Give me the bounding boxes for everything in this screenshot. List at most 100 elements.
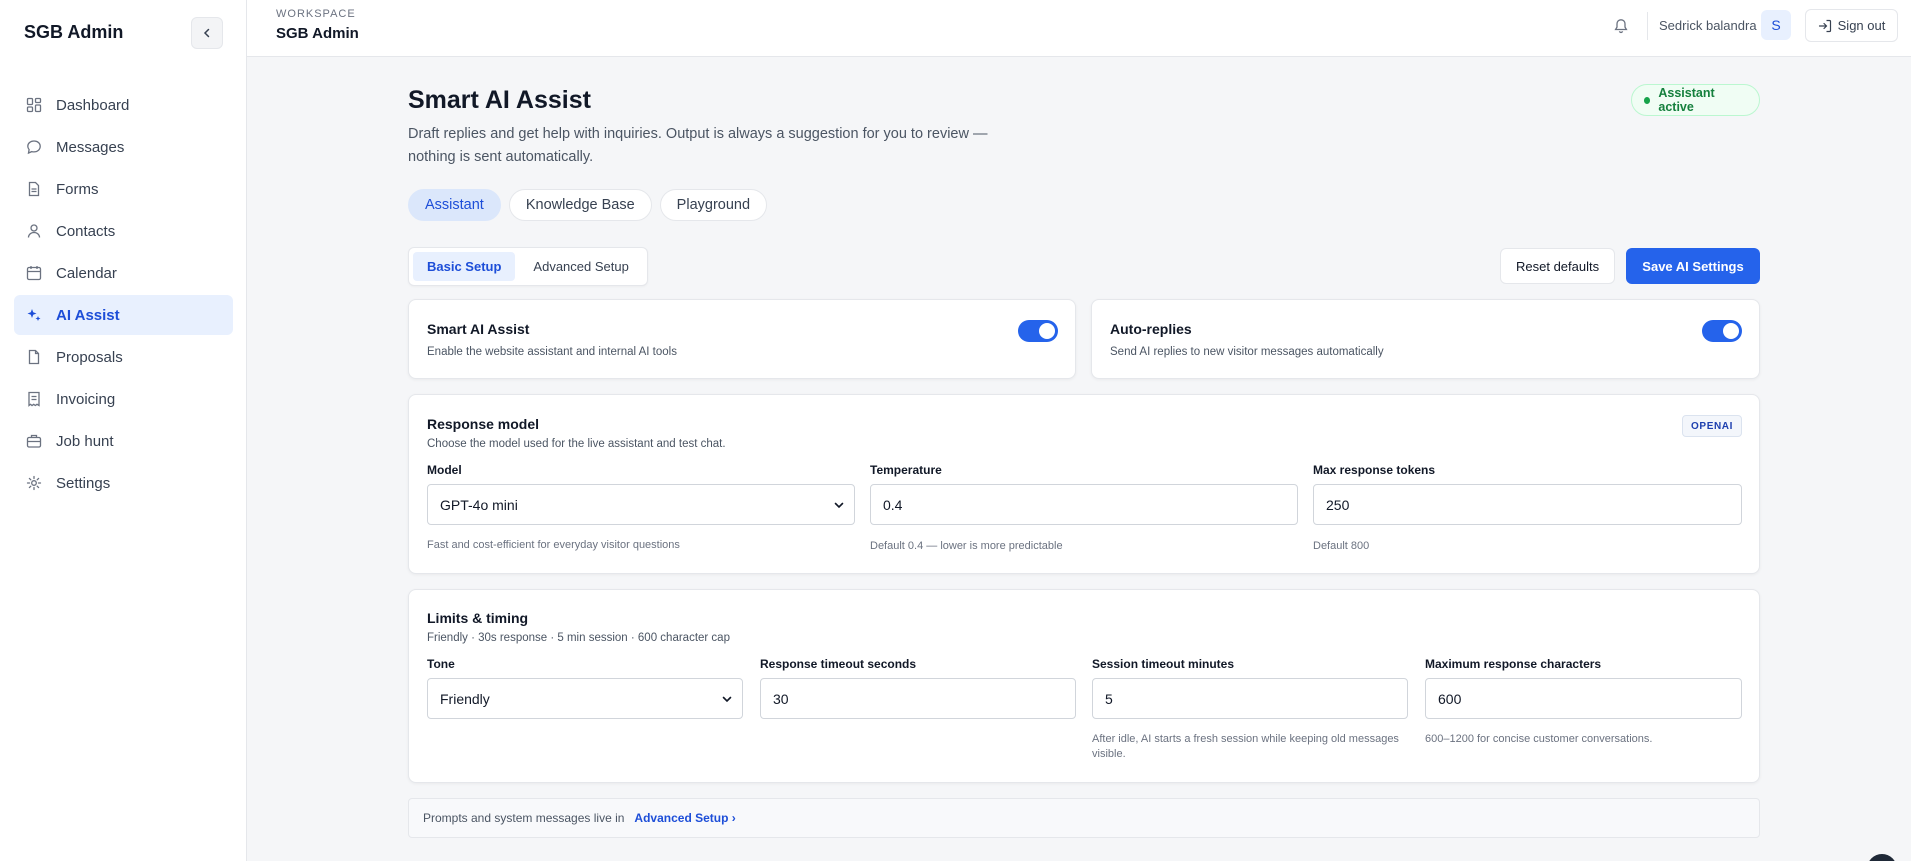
sidebar-item-label: Job hunt bbox=[56, 432, 114, 450]
sparkle-icon bbox=[26, 307, 42, 323]
sidebar-item-invoicing[interactable]: Invoicing bbox=[14, 379, 233, 419]
max-tokens-value: 250 bbox=[1326, 496, 1350, 513]
main-tabs: Assistant Knowledge Base Playground bbox=[408, 189, 768, 221]
session-timeout-value: 5 bbox=[1105, 690, 1113, 707]
smart-assist-title: Smart AI Assist bbox=[427, 321, 530, 337]
grid-icon bbox=[26, 97, 42, 113]
temperature-value: 0.4 bbox=[883, 496, 903, 513]
model-select[interactable]: GPT-4o mini bbox=[427, 484, 855, 525]
tone-select[interactable]: Friendly bbox=[427, 678, 743, 719]
briefcase-icon bbox=[26, 433, 42, 449]
temperature-input[interactable]: 0.4 bbox=[870, 484, 1298, 525]
max-tokens-input[interactable]: 250 bbox=[1313, 484, 1742, 525]
max-chars-hint: 600–1200 for concise customer conversati… bbox=[1425, 733, 1653, 745]
max-tokens-hint: Default 800 bbox=[1313, 540, 1370, 552]
page-title: Smart AI Assist bbox=[408, 86, 591, 114]
gear-icon bbox=[26, 475, 42, 491]
chevron-left-icon bbox=[203, 28, 210, 38]
auto-replies-title: Auto-replies bbox=[1110, 321, 1192, 337]
response-model-title: Response model bbox=[427, 416, 540, 432]
workspace-name: SGB Admin bbox=[276, 25, 359, 42]
calendar-icon bbox=[26, 265, 42, 281]
brand-logo: SGB Admin bbox=[24, 22, 124, 42]
session-timeout-input[interactable]: 5 bbox=[1092, 678, 1408, 719]
auto-replies-description: Send AI replies to new visitor messages … bbox=[1110, 346, 1384, 358]
sidebar-item-forms[interactable]: Forms bbox=[14, 169, 233, 209]
model-value: GPT-4o mini bbox=[440, 496, 518, 513]
save-ai-settings-button[interactable]: Save AI Settings bbox=[1626, 248, 1760, 284]
user-name: Sedrick balandra bbox=[1659, 18, 1757, 33]
limits-summary: Friendly · 30s response · 5 min session … bbox=[427, 632, 730, 644]
page-description: Draft replies and get help with inquirie… bbox=[408, 126, 988, 165]
sidebar-item-label: Calendar bbox=[56, 264, 117, 282]
smart-assist-toggle[interactable] bbox=[1018, 320, 1058, 342]
status-dot-icon bbox=[1644, 96, 1651, 104]
sidebar-item-label: Invoicing bbox=[56, 390, 116, 408]
advanced-setup-note: Prompts and system messages live in Adva… bbox=[408, 798, 1760, 838]
sidebar-item-label: AI Assist bbox=[56, 306, 120, 324]
sidebar-item-label: Forms bbox=[56, 180, 99, 198]
limits-timing-card: Limits & timing Friendly · 30s response … bbox=[408, 589, 1760, 783]
chat-widget-button[interactable] bbox=[1867, 854, 1897, 861]
toggle-knob bbox=[1723, 323, 1739, 339]
model-label: Model bbox=[427, 463, 462, 477]
segment-advanced-setup[interactable]: Advanced Setup bbox=[519, 252, 642, 281]
auto-replies-card: Auto-replies Send AI replies to new visi… bbox=[1091, 299, 1760, 379]
sidebar: SGB Admin Dashboard Messages Forms Conta… bbox=[0, 0, 247, 861]
tone-label: Tone bbox=[427, 657, 455, 671]
max-chars-input[interactable]: 600 bbox=[1425, 678, 1742, 719]
bell-icon bbox=[1614, 19, 1628, 34]
collapse-sidebar-button[interactable] bbox=[191, 17, 223, 49]
sidebar-item-messages[interactable]: Messages bbox=[14, 127, 233, 167]
temperature-label: Temperature bbox=[870, 463, 942, 477]
sidebar-item-dashboard[interactable]: Dashboard bbox=[14, 85, 233, 125]
status-text: Assistant active bbox=[1658, 86, 1715, 114]
top-header: WORKSPACE SGB Admin Sedrick balandra S S… bbox=[247, 0, 1911, 57]
tab-assistant[interactable]: Assistant bbox=[408, 189, 501, 221]
user-icon bbox=[26, 223, 42, 239]
avatar[interactable]: S bbox=[1761, 10, 1791, 40]
sidebar-item-proposals[interactable]: Proposals bbox=[14, 337, 233, 377]
response-timeout-value: 30 bbox=[773, 690, 789, 707]
segment-basic-setup[interactable]: Basic Setup bbox=[413, 252, 516, 281]
max-chars-label: Maximum response characters bbox=[1425, 657, 1602, 671]
temperature-hint: Default 0.4 — lower is more predictable bbox=[870, 540, 1063, 552]
sidebar-item-label: Proposals bbox=[56, 348, 123, 366]
advanced-setup-link[interactable]: Advanced Setup › bbox=[634, 811, 735, 825]
session-timeout-label: Session timeout minutes bbox=[1092, 657, 1235, 671]
response-timeout-input[interactable]: 30 bbox=[760, 678, 1076, 719]
max-tokens-label: Max response tokens bbox=[1313, 463, 1436, 477]
sidebar-item-calendar[interactable]: Calendar bbox=[14, 253, 233, 293]
workspace-label: WORKSPACE bbox=[276, 8, 356, 20]
tab-knowledge-base[interactable]: Knowledge Base bbox=[508, 189, 652, 221]
sign-out-button[interactable]: Sign out bbox=[1805, 9, 1898, 42]
sidebar-item-label: Dashboard bbox=[56, 96, 130, 114]
footer-note-text: Prompts and system messages live in bbox=[423, 811, 625, 825]
setup-segmented-control: Basic Setup Advanced Setup bbox=[408, 247, 648, 286]
chevron-down-icon bbox=[722, 696, 732, 703]
model-hint: Fast and cost-efficient for everyday vis… bbox=[427, 539, 680, 551]
reset-defaults-button[interactable]: Reset defaults bbox=[1500, 248, 1616, 284]
toggle-knob bbox=[1039, 323, 1055, 339]
chat-icon bbox=[26, 139, 42, 155]
response-model-card: Response model Choose the model used for… bbox=[408, 394, 1760, 574]
session-timeout-hint: After idle, AI starts a fresh session wh… bbox=[1092, 733, 1399, 760]
sidebar-item-contacts[interactable]: Contacts bbox=[14, 211, 233, 251]
response-timeout-label: Response timeout seconds bbox=[760, 657, 917, 671]
sidebar-item-label: Contacts bbox=[56, 222, 116, 240]
sidebar-item-ai-assist[interactable]: AI Assist bbox=[14, 295, 233, 335]
document-icon bbox=[26, 181, 42, 197]
max-chars-value: 600 bbox=[1438, 690, 1462, 707]
notifications-button[interactable] bbox=[1611, 16, 1631, 36]
sidebar-item-job-hunt[interactable]: Job hunt bbox=[14, 421, 233, 461]
limits-title: Limits & timing bbox=[427, 610, 529, 626]
chevron-down-icon bbox=[834, 502, 844, 509]
file-icon bbox=[26, 349, 42, 365]
sidebar-item-label: Messages bbox=[56, 138, 125, 156]
provider-badge: OPENAI bbox=[1682, 415, 1742, 437]
header-divider bbox=[1647, 12, 1648, 40]
sign-out-label: Sign out bbox=[1837, 18, 1886, 33]
sidebar-item-settings[interactable]: Settings bbox=[14, 463, 233, 503]
tab-playground[interactable]: Playground bbox=[659, 189, 768, 221]
auto-replies-toggle[interactable] bbox=[1702, 320, 1742, 342]
